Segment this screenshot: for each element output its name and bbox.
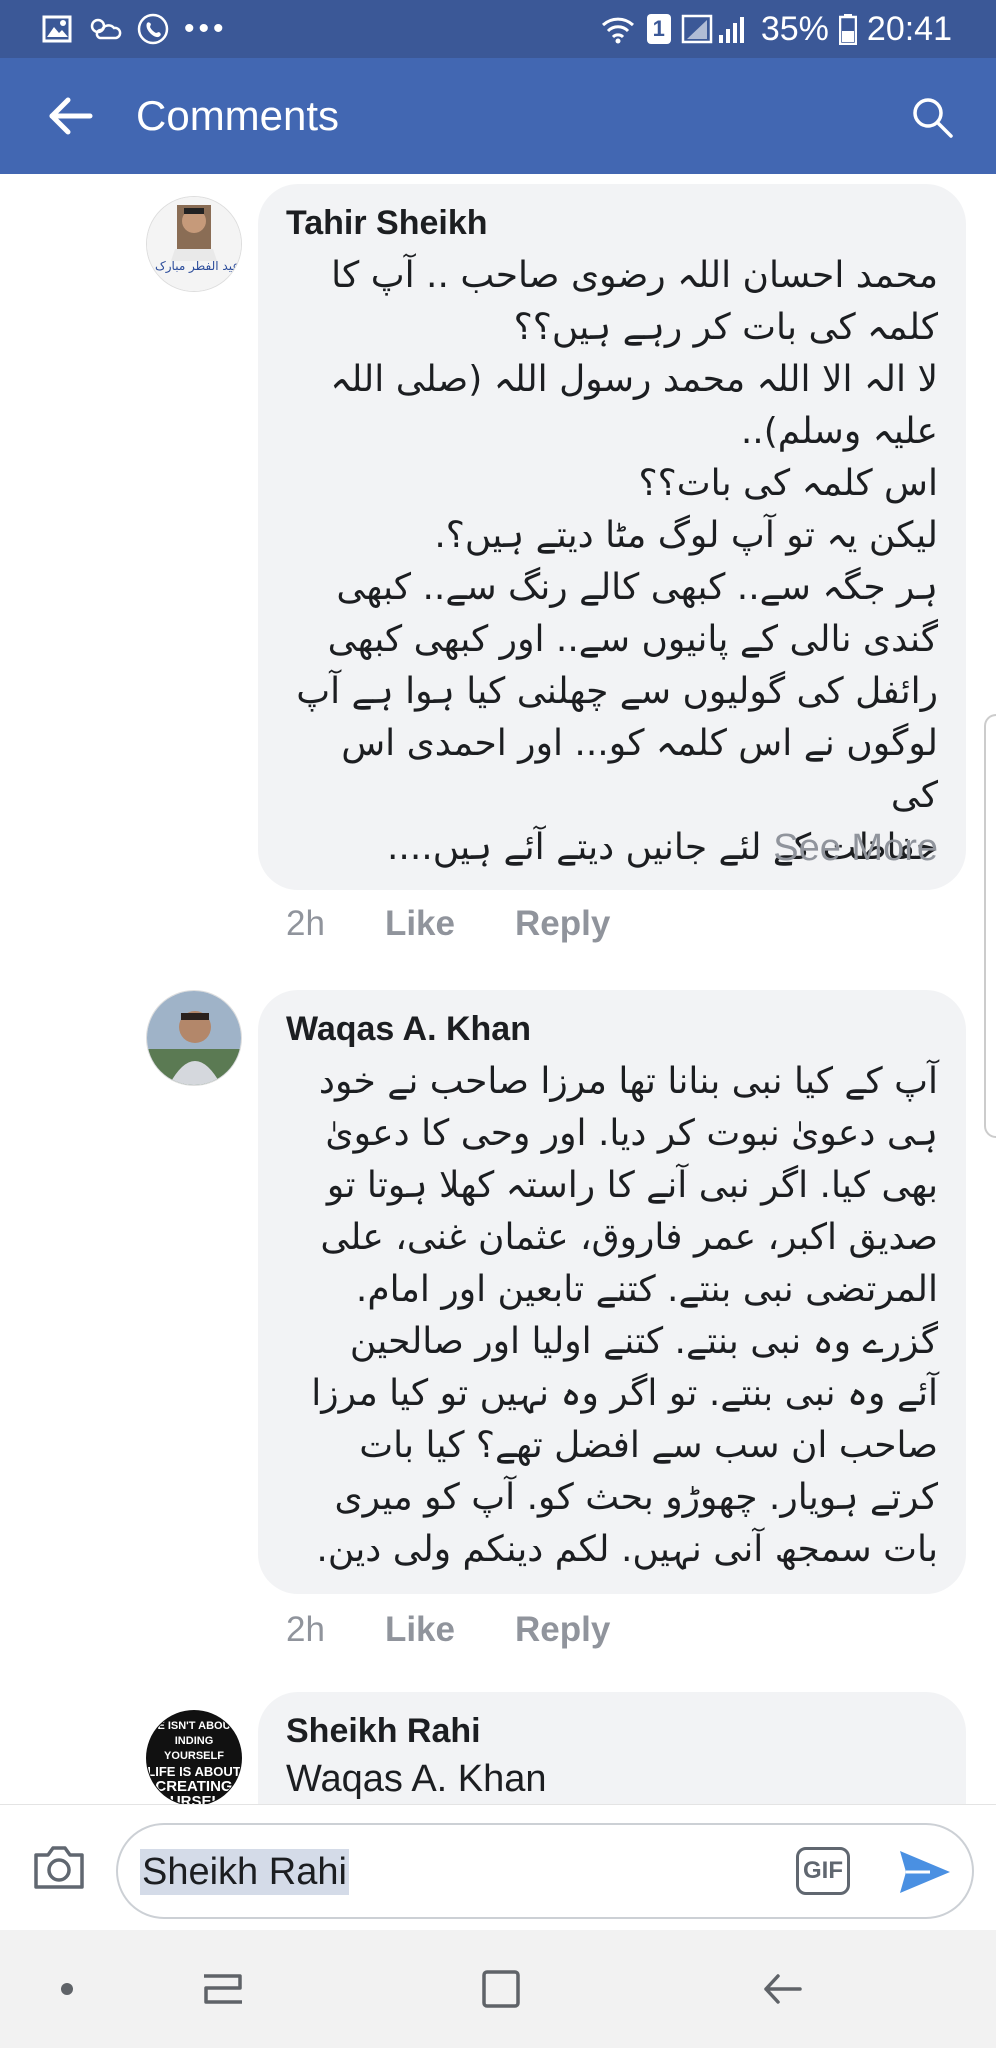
comment-item: عید الفطر مبارک Tahir Sheikh محمد احسان … bbox=[0, 184, 996, 964]
page-title: Comments bbox=[136, 92, 340, 139]
phone-call-icon bbox=[137, 13, 169, 45]
comment-author[interactable]: Sheikh Rahi bbox=[286, 1712, 481, 1751]
comment-item: Waqas A. Khan آپ کے کیا نبی بنانا تھا مر… bbox=[0, 990, 996, 1670]
arrow-left-icon[interactable] bbox=[44, 90, 96, 142]
avatar-caption: E ISN'T ABOU INDING YOURSELF LIFE IS ABO… bbox=[147, 1720, 241, 1804]
search-icon[interactable] bbox=[908, 93, 956, 141]
comment-text: Waqas A. Khan bbox=[286, 1758, 547, 1800]
comment-text: آپ کے کیا نبی بنانا تھا مرزا صاحب نے خود… bbox=[311, 1061, 938, 1570]
comment-item: E ISN'T ABOU INDING YOURSELF LIFE IS ABO… bbox=[0, 1692, 996, 1804]
comment-author[interactable]: Waqas A. Khan bbox=[286, 1010, 531, 1049]
see-more-link[interactable]: See More bbox=[773, 827, 938, 870]
reply-button[interactable]: Reply bbox=[515, 1610, 610, 1650]
reply-button[interactable]: Reply bbox=[515, 904, 610, 944]
image-icon bbox=[42, 15, 72, 43]
comment-bubble[interactable]: Tahir Sheikh محمد احسان اللہ رضوی صاحب .… bbox=[258, 184, 966, 890]
battery-icon bbox=[838, 14, 857, 45]
comment-input[interactable]: Sheikh Rahi GIF bbox=[116, 1823, 974, 1919]
send-icon[interactable] bbox=[896, 1845, 954, 1899]
app-bar: Comments bbox=[0, 58, 996, 174]
home-icon[interactable] bbox=[478, 1966, 524, 2012]
camera-icon[interactable] bbox=[30, 1839, 88, 1893]
gif-button[interactable]: GIF bbox=[796, 1847, 850, 1895]
user-avatar bbox=[147, 197, 241, 291]
dot-icon[interactable] bbox=[44, 1966, 90, 2012]
avatar-caption: عید الفطر مبارک bbox=[155, 259, 240, 273]
more-dots-icon: ••• bbox=[184, 12, 228, 45]
comment-composer: Sheikh Rahi GIF bbox=[0, 1804, 996, 1931]
clock: 20:41 bbox=[866, 9, 952, 48]
back-icon[interactable] bbox=[760, 1966, 806, 2012]
weather-icon bbox=[90, 18, 122, 40]
user-avatar bbox=[147, 991, 241, 1085]
comment-text: محمد احسان اللہ رضوی صاحب .. آپ کا کلمہ … bbox=[296, 255, 938, 868]
system-nav-bar bbox=[0, 1930, 996, 2048]
comments-feed[interactable]: عید الفطر مبارک Tahir Sheikh محمد احسان … bbox=[0, 174, 996, 1804]
status-left-icons: ••• bbox=[42, 10, 228, 48]
wifi-icon bbox=[601, 17, 634, 44]
avatar[interactable] bbox=[146, 990, 242, 1086]
signal-icon bbox=[681, 14, 744, 44]
comment-time: 2h bbox=[286, 904, 325, 943]
comment-bubble[interactable]: Waqas A. Khan آپ کے کیا نبی بنانا تھا مر… bbox=[258, 990, 966, 1594]
comment-input-value[interactable]: Sheikh Rahi bbox=[140, 1849, 349, 1895]
status-right-icons: 1 35% 20:41 bbox=[599, 8, 952, 50]
comment-author[interactable]: Tahir Sheikh bbox=[286, 204, 488, 243]
like-button[interactable]: Like bbox=[385, 1610, 455, 1650]
comment-bubble[interactable]: Sheikh Rahi Waqas A. Khan bbox=[258, 1692, 966, 1804]
like-button[interactable]: Like bbox=[385, 904, 455, 944]
battery-percent: 35% bbox=[760, 9, 829, 48]
comment-actions: 2h Like Reply bbox=[286, 1610, 610, 1650]
status-bar: ••• 1 35% 20:41 bbox=[0, 0, 996, 58]
avatar[interactable]: عید الفطر مبارک bbox=[146, 196, 242, 292]
sim-badge: 1 bbox=[646, 14, 671, 44]
scroll-edge-handle[interactable] bbox=[984, 714, 996, 1138]
comment-actions: 2h Like Reply bbox=[286, 904, 610, 944]
avatar[interactable]: E ISN'T ABOU INDING YOURSELF LIFE IS ABO… bbox=[146, 1710, 242, 1804]
recent-apps-icon[interactable] bbox=[200, 1966, 246, 2012]
comment-time: 2h bbox=[286, 1610, 325, 1649]
